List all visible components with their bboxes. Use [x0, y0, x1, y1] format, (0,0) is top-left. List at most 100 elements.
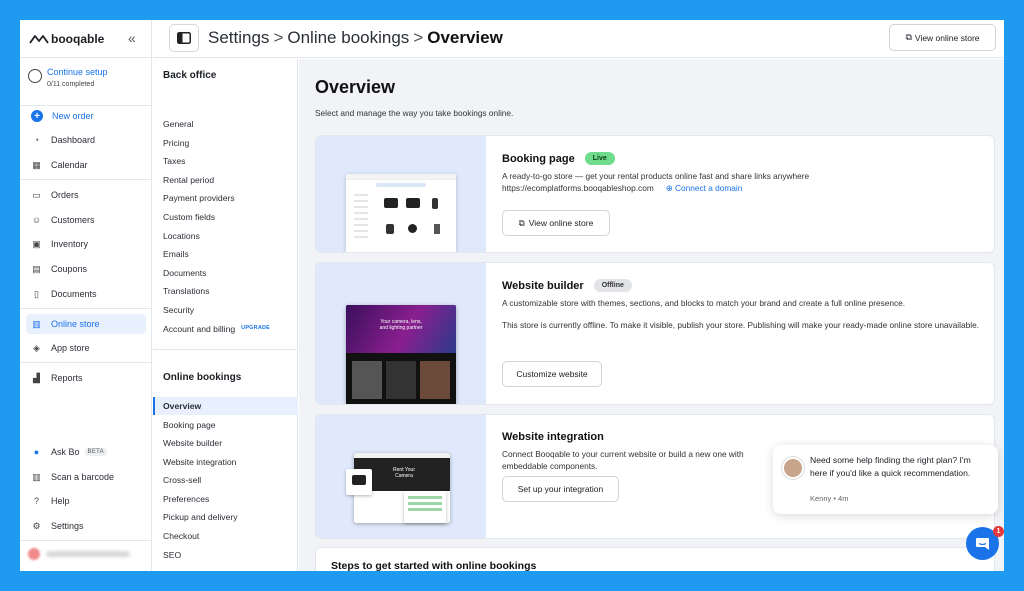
continue-setup[interactable]: Continue setup 0/11 completed — [26, 66, 146, 96]
sidebar-item-coupons[interactable]: ▤ Coupons — [26, 259, 146, 279]
sidebar-item-label: Dashboard — [51, 135, 96, 145]
overview-title: Overview — [315, 77, 396, 97]
plus-icon: + — [31, 110, 43, 122]
sidebar-item-label: Reports — [51, 373, 83, 383]
chat-message: Need some help finding the right plan? I… — [810, 455, 971, 478]
subnav-item-overview[interactable]: Overview — [153, 397, 298, 415]
subnav-item-rental-period[interactable]: Rental period — [153, 171, 298, 189]
steps-card: Steps to get started with online booking… — [315, 547, 995, 571]
gauge-icon: ◔ — [33, 135, 40, 145]
sidebar-item-orders[interactable]: ▭ Orders — [26, 185, 146, 205]
sidebar-item-app-store[interactable]: ◈ App store — [26, 338, 146, 358]
subnav-item-pickup-delivery[interactable]: Pickup and delivery — [153, 508, 298, 526]
steps-title: Steps to get started with online booking… — [331, 560, 537, 571]
main-sidebar: booqable « Continue setup 0/11 completed… — [20, 20, 152, 571]
breadcrumb-settings[interactable]: Settings — [208, 28, 269, 47]
sidebar-item-label: Calendar — [51, 160, 88, 170]
external-link-icon: ⧉ — [518, 217, 525, 228]
subnav-item-website-integration[interactable]: Website integration — [153, 453, 298, 471]
sidebar-panel-icon — [177, 32, 191, 44]
new-order-button[interactable]: + New order — [26, 106, 146, 126]
barcode-icon: ▥ — [32, 471, 41, 482]
subnav-item-payment-providers[interactable]: Payment providers — [153, 189, 298, 207]
sidebar-item-label: Ask Bo — [51, 447, 80, 457]
chat-popup[interactable]: Need some help finding the right plan? I… — [773, 445, 998, 514]
inbox-icon: ▭ — [32, 189, 41, 200]
online-bookings-heading: Online bookings — [163, 372, 242, 383]
setup-integration-button[interactable]: Set up your integration — [502, 476, 619, 502]
mockup-checkout-card — [404, 491, 446, 523]
divider — [20, 362, 152, 363]
subnav-item-taxes[interactable]: Taxes — [153, 152, 298, 170]
subnav-item-website-builder[interactable]: Website builder — [153, 434, 298, 452]
breadcrumb-separator: > — [413, 28, 424, 47]
subnav-item-booking-page[interactable]: Booking page — [153, 416, 298, 434]
sidebar-item-scan-barcode[interactable]: ▥ Scan a barcode — [26, 467, 146, 487]
subnav-item-general[interactable]: General — [153, 115, 298, 133]
chat-icon — [976, 537, 989, 550]
breadcrumb: Settings > Online bookings > Overview — [208, 28, 503, 48]
sidebar-item-calendar[interactable]: ▦ Calendar — [26, 155, 146, 175]
view-online-store-button[interactable]: ⧉ View online store — [889, 24, 996, 51]
website-builder-body: Website builder Offline A customizable st… — [502, 279, 982, 331]
view-online-store-card-label: View online store — [528, 218, 594, 228]
divider — [20, 308, 152, 309]
breadcrumb-online-bookings[interactable]: Online bookings — [287, 28, 409, 47]
chart-icon: ▟ — [33, 372, 40, 383]
website-integration-heading: Website integration — [502, 431, 982, 443]
customize-website-button[interactable]: Customize website — [502, 361, 602, 387]
sidebar-item-dashboard[interactable]: ◔ Dashboard — [26, 130, 146, 150]
sidebar-item-inventory[interactable]: ▣ Inventory — [26, 234, 146, 254]
top-bar: Settings > Online bookings > Overview ⧉ View… — [153, 20, 1004, 58]
sidebar-item-label: Settings — [51, 521, 84, 531]
help-icon: ? — [33, 496, 39, 506]
website-builder-heading: Website builder Offline — [502, 279, 982, 292]
sidebar-item-label: Online store — [51, 319, 100, 329]
website-builder-mockup: Your camera, lens, and lighting partner — [346, 305, 456, 404]
booking-page-card: Booking page Live A ready-to-go store — g… — [315, 135, 995, 253]
double-chevron-left-icon[interactable]: « — [128, 30, 136, 46]
subnav-item-preferences[interactable]: Preferences — [153, 490, 298, 508]
subnav-item-account-billing[interactable]: Account and billing UPGRADE — [153, 320, 298, 338]
booking-page-url[interactable]: https://ecomplatforms.booqableshop.com — [502, 183, 654, 193]
subnav-item-custom-fields[interactable]: Custom fields — [153, 208, 298, 226]
logo-text: booqable — [51, 32, 105, 46]
user-account[interactable] — [28, 547, 138, 561]
mockup-camera-card — [346, 469, 372, 495]
booqable-logo[interactable]: booqable — [29, 30, 104, 48]
sidebar-item-documents[interactable]: ▯ Documents — [26, 284, 146, 304]
website-builder-thumbnail: Your camera, lens, and lighting partner — [316, 263, 486, 404]
subnav-item-security[interactable]: Security — [153, 301, 298, 319]
subnav-item-seo[interactable]: SEO — [153, 546, 298, 564]
settings-subnav: Back office General Pricing Taxes Rental… — [153, 59, 298, 571]
sidebar-item-label: Customers — [51, 215, 95, 225]
subnav-item-cross-sell[interactable]: Cross-sell — [153, 471, 298, 489]
subnav-item-translations[interactable]: Translations — [153, 282, 298, 300]
sidebar-item-customers[interactable]: ☺ Customers — [26, 210, 146, 230]
sidebar-item-online-store[interactable]: ▥ Online store — [26, 314, 146, 334]
subnav-item-locations[interactable]: Locations — [153, 227, 298, 245]
sidebar-item-ask-bo[interactable]: ● Ask Bo BETA — [26, 442, 146, 462]
booking-page-url-row: https://ecomplatforms.booqableshop.com ⊕ … — [502, 182, 982, 194]
subnav-item-documents[interactable]: Documents — [153, 264, 298, 282]
subnav-item-checkout[interactable]: Checkout — [153, 527, 298, 545]
sidebar-item-help[interactable]: ? Help — [26, 491, 146, 511]
connect-domain-link[interactable]: ⊕ Connect a domain — [666, 183, 743, 193]
website-builder-offline-note: This store is currently offline. To make… — [502, 320, 979, 330]
user-name-blurred — [46, 551, 130, 557]
view-online-store-card-button[interactable]: ⧉ View online store — [502, 210, 610, 236]
sidebar-item-label: Documents — [51, 289, 97, 299]
sidebar-item-reports[interactable]: ▟ Reports — [26, 368, 146, 388]
sidebar-item-label: App store — [51, 343, 90, 353]
divider — [153, 349, 298, 350]
subnav-item-pricing[interactable]: Pricing — [153, 134, 298, 152]
sidebar-toggle-button[interactable] — [169, 24, 199, 52]
offline-badge: Offline — [593, 279, 632, 292]
user-icon: ☺ — [31, 215, 42, 225]
booking-page-description: A ready-to-go store — get your rental pr… — [502, 171, 810, 181]
app-window: booqable « Continue setup 0/11 completed… — [20, 20, 1004, 571]
sidebar-item-settings[interactable]: ⚙ Settings — [26, 516, 146, 536]
breadcrumb-separator: > — [273, 28, 284, 47]
rocket-icon — [28, 69, 42, 83]
subnav-item-emails[interactable]: Emails — [153, 245, 298, 263]
